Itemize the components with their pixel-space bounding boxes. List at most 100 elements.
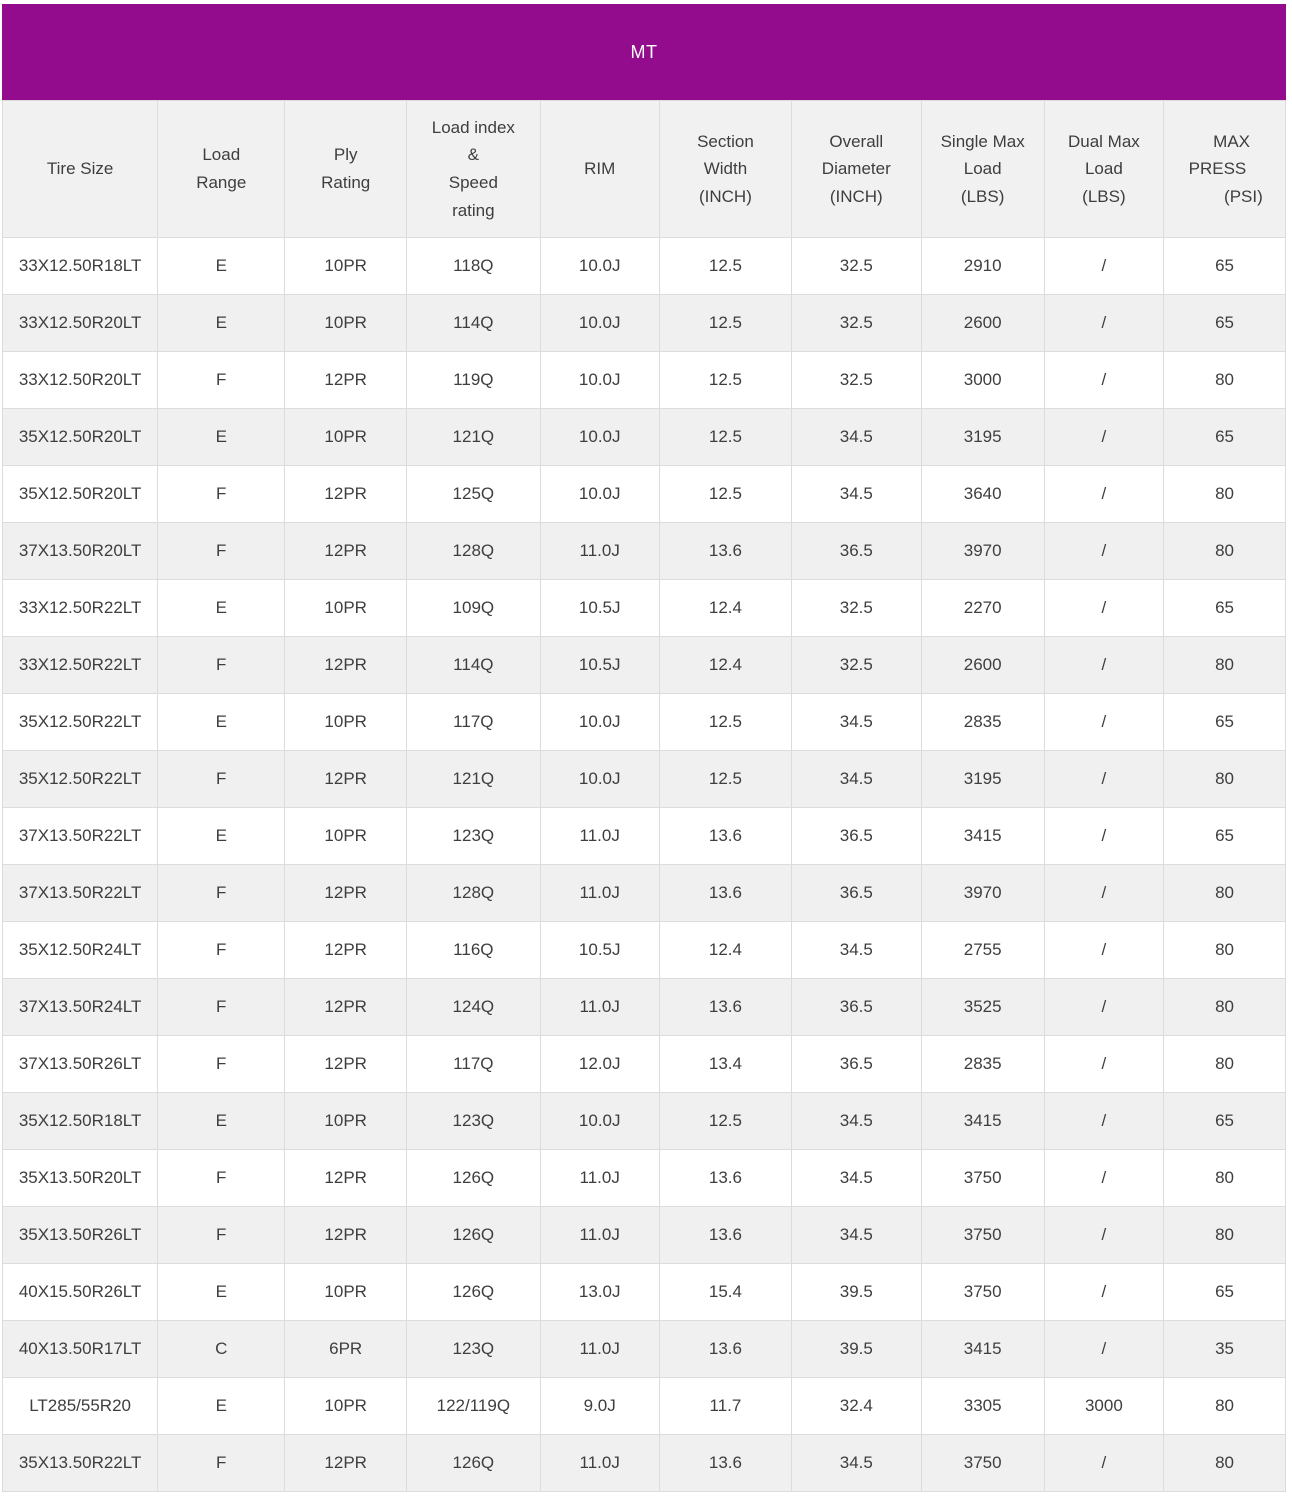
cell-dual-max-load: / [1043,693,1165,751]
table-row: 35X12.50R18LT E 10PR 123Q 10.0J 12.5 34.5 3415/… [1,1092,1286,1150]
cell-overall-diameter: 34.5 [791,1149,922,1207]
cell-section-width: 13.6 [658,522,793,580]
cell-rim: 11.0J [539,1206,660,1264]
cell-rim: 10.0J [539,693,660,751]
table-row: 40X13.50R17LT C 6PR 123Q 11.0J 13.6 39.5 3415/3… [1,1320,1286,1378]
cell-ply-rating: 10PR [284,1263,408,1321]
cell-section-width: 12.4 [658,636,793,694]
cell-single-max-load: 3750 [920,1263,1045,1321]
cell-ply-rating: 12PR [284,1149,408,1207]
cell-tire-size: 35X13.50R26LT [1,1206,159,1264]
cell-overall-diameter: 34.5 [791,1206,922,1264]
cell-overall-diameter: 32.5 [791,636,922,694]
cell-rim: 10.0J [539,294,660,352]
cell-load-index-speed-rating: 123Q [406,1320,541,1378]
cell-rim: 11.0J [539,978,660,1036]
cell-ply-rating: 12PR [284,1434,408,1492]
cell-section-width: 12.4 [658,579,793,637]
table-body: 33X12.50R18LT E 10PR 118Q 10.0J 12.5 32.5 2910/… [1,237,1286,1492]
cell-dual-max-load: / [1043,1263,1165,1321]
cell-max-press: 65 [1163,408,1286,466]
cell-max-press: 65 [1163,1092,1286,1150]
cell-ply-rating: 12PR [284,978,408,1036]
cell-tire-size: 33X12.50R20LT [1,351,159,409]
table-row: LT285/55R20 E 10PR 122/119Q 9.0J 11.7 32.4 3305… [1,1377,1286,1435]
cell-load-range: F [157,1434,286,1492]
cell-tire-size: 37X13.50R20LT [1,522,159,580]
table-row: 35X12.50R22LT E 10PR 117Q 10.0J 12.5 34.5 2835/… [1,693,1286,751]
cell-ply-rating: 12PR [284,1206,408,1264]
cell-max-press: 80 [1163,864,1286,922]
cell-rim: 9.0J [539,1377,660,1435]
cell-tire-size: 37X13.50R22LT [1,807,159,865]
table-title-banner: MT [2,4,1286,100]
cell-dual-max-load: / [1043,1206,1165,1264]
cell-rim: 10.5J [539,579,660,637]
cell-max-press: 80 [1163,465,1286,523]
cell-dual-max-load: / [1043,465,1165,523]
col-header-ply-rating: Ply Rating [284,100,408,238]
cell-load-range: E [157,1263,286,1321]
cell-single-max-load: 2755 [920,921,1045,979]
cell-single-max-load: 3750 [920,1434,1045,1492]
cell-section-width: 12.5 [658,1092,793,1150]
tire-spec-table: Tire Size Load Range Ply Rating Load ind… [1,100,1286,1492]
cell-max-press: 80 [1163,1434,1286,1492]
cell-ply-rating: 12PR [284,1035,408,1093]
cell-dual-max-load: / [1043,1092,1165,1150]
cell-load-index-speed-rating: 117Q [406,693,541,751]
cell-section-width: 15.4 [658,1263,793,1321]
cell-load-index-speed-rating: 126Q [406,1149,541,1207]
cell-load-range: E [157,294,286,352]
cell-section-width: 12.5 [658,408,793,466]
cell-dual-max-load: / [1043,1149,1165,1207]
cell-rim: 10.5J [539,921,660,979]
cell-section-width: 13.6 [658,864,793,922]
cell-load-index-speed-rating: 126Q [406,1206,541,1264]
cell-ply-rating: 10PR [284,579,408,637]
cell-dual-max-load: / [1043,1320,1165,1378]
banner-title: MT [630,41,658,62]
col-header-tire-size: Tire Size [1,100,159,238]
cell-load-index-speed-rating: 123Q [406,1092,541,1150]
cell-load-index-speed-rating: 126Q [406,1263,541,1321]
cell-load-range: F [157,864,286,922]
cell-dual-max-load: / [1043,1035,1165,1093]
cell-section-width: 13.6 [658,1149,793,1207]
cell-load-index-speed-rating: 125Q [406,465,541,523]
cell-load-range: E [157,408,286,466]
cell-single-max-load: 3750 [920,1149,1045,1207]
cell-max-press: 80 [1163,1035,1286,1093]
cell-rim: 10.0J [539,465,660,523]
cell-dual-max-load: / [1043,750,1165,808]
cell-load-index-speed-rating: 117Q [406,1035,541,1093]
cell-load-range: F [157,1206,286,1264]
cell-overall-diameter: 36.5 [791,864,922,922]
cell-dual-max-load: / [1043,864,1165,922]
cell-max-press: 80 [1163,351,1286,409]
cell-overall-diameter: 32.5 [791,237,922,295]
cell-single-max-load: 3415 [920,1320,1045,1378]
cell-max-press: 65 [1163,579,1286,637]
table-row: 33X12.50R18LT E 10PR 118Q 10.0J 12.5 32.5 2910/… [1,237,1286,295]
cell-section-width: 13.6 [658,807,793,865]
cell-load-index-speed-rating: 126Q [406,1434,541,1492]
cell-load-range: F [157,750,286,808]
cell-single-max-load: 3415 [920,807,1045,865]
cell-rim: 10.0J [539,750,660,808]
cell-section-width: 13.4 [658,1035,793,1093]
cell-load-range: E [157,807,286,865]
cell-load-index-speed-rating: 119Q [406,351,541,409]
cell-load-range: E [157,1092,286,1150]
cell-ply-rating: 12PR [284,864,408,922]
col-header-load-index-speed-rating: Load index & Speed rating [406,100,541,238]
cell-load-index-speed-rating: 122/119Q [406,1377,541,1435]
cell-single-max-load: 3305 [920,1377,1045,1435]
table-row: 33X12.50R20LT E 10PR 114Q 10.0J 12.5 32.5 2600/… [1,294,1286,352]
cell-load-range: E [157,579,286,637]
cell-rim: 11.0J [539,522,660,580]
cell-load-range: E [157,1377,286,1435]
cell-section-width: 13.6 [658,1206,793,1264]
cell-max-press: 65 [1163,1263,1286,1321]
cell-overall-diameter: 36.5 [791,807,922,865]
